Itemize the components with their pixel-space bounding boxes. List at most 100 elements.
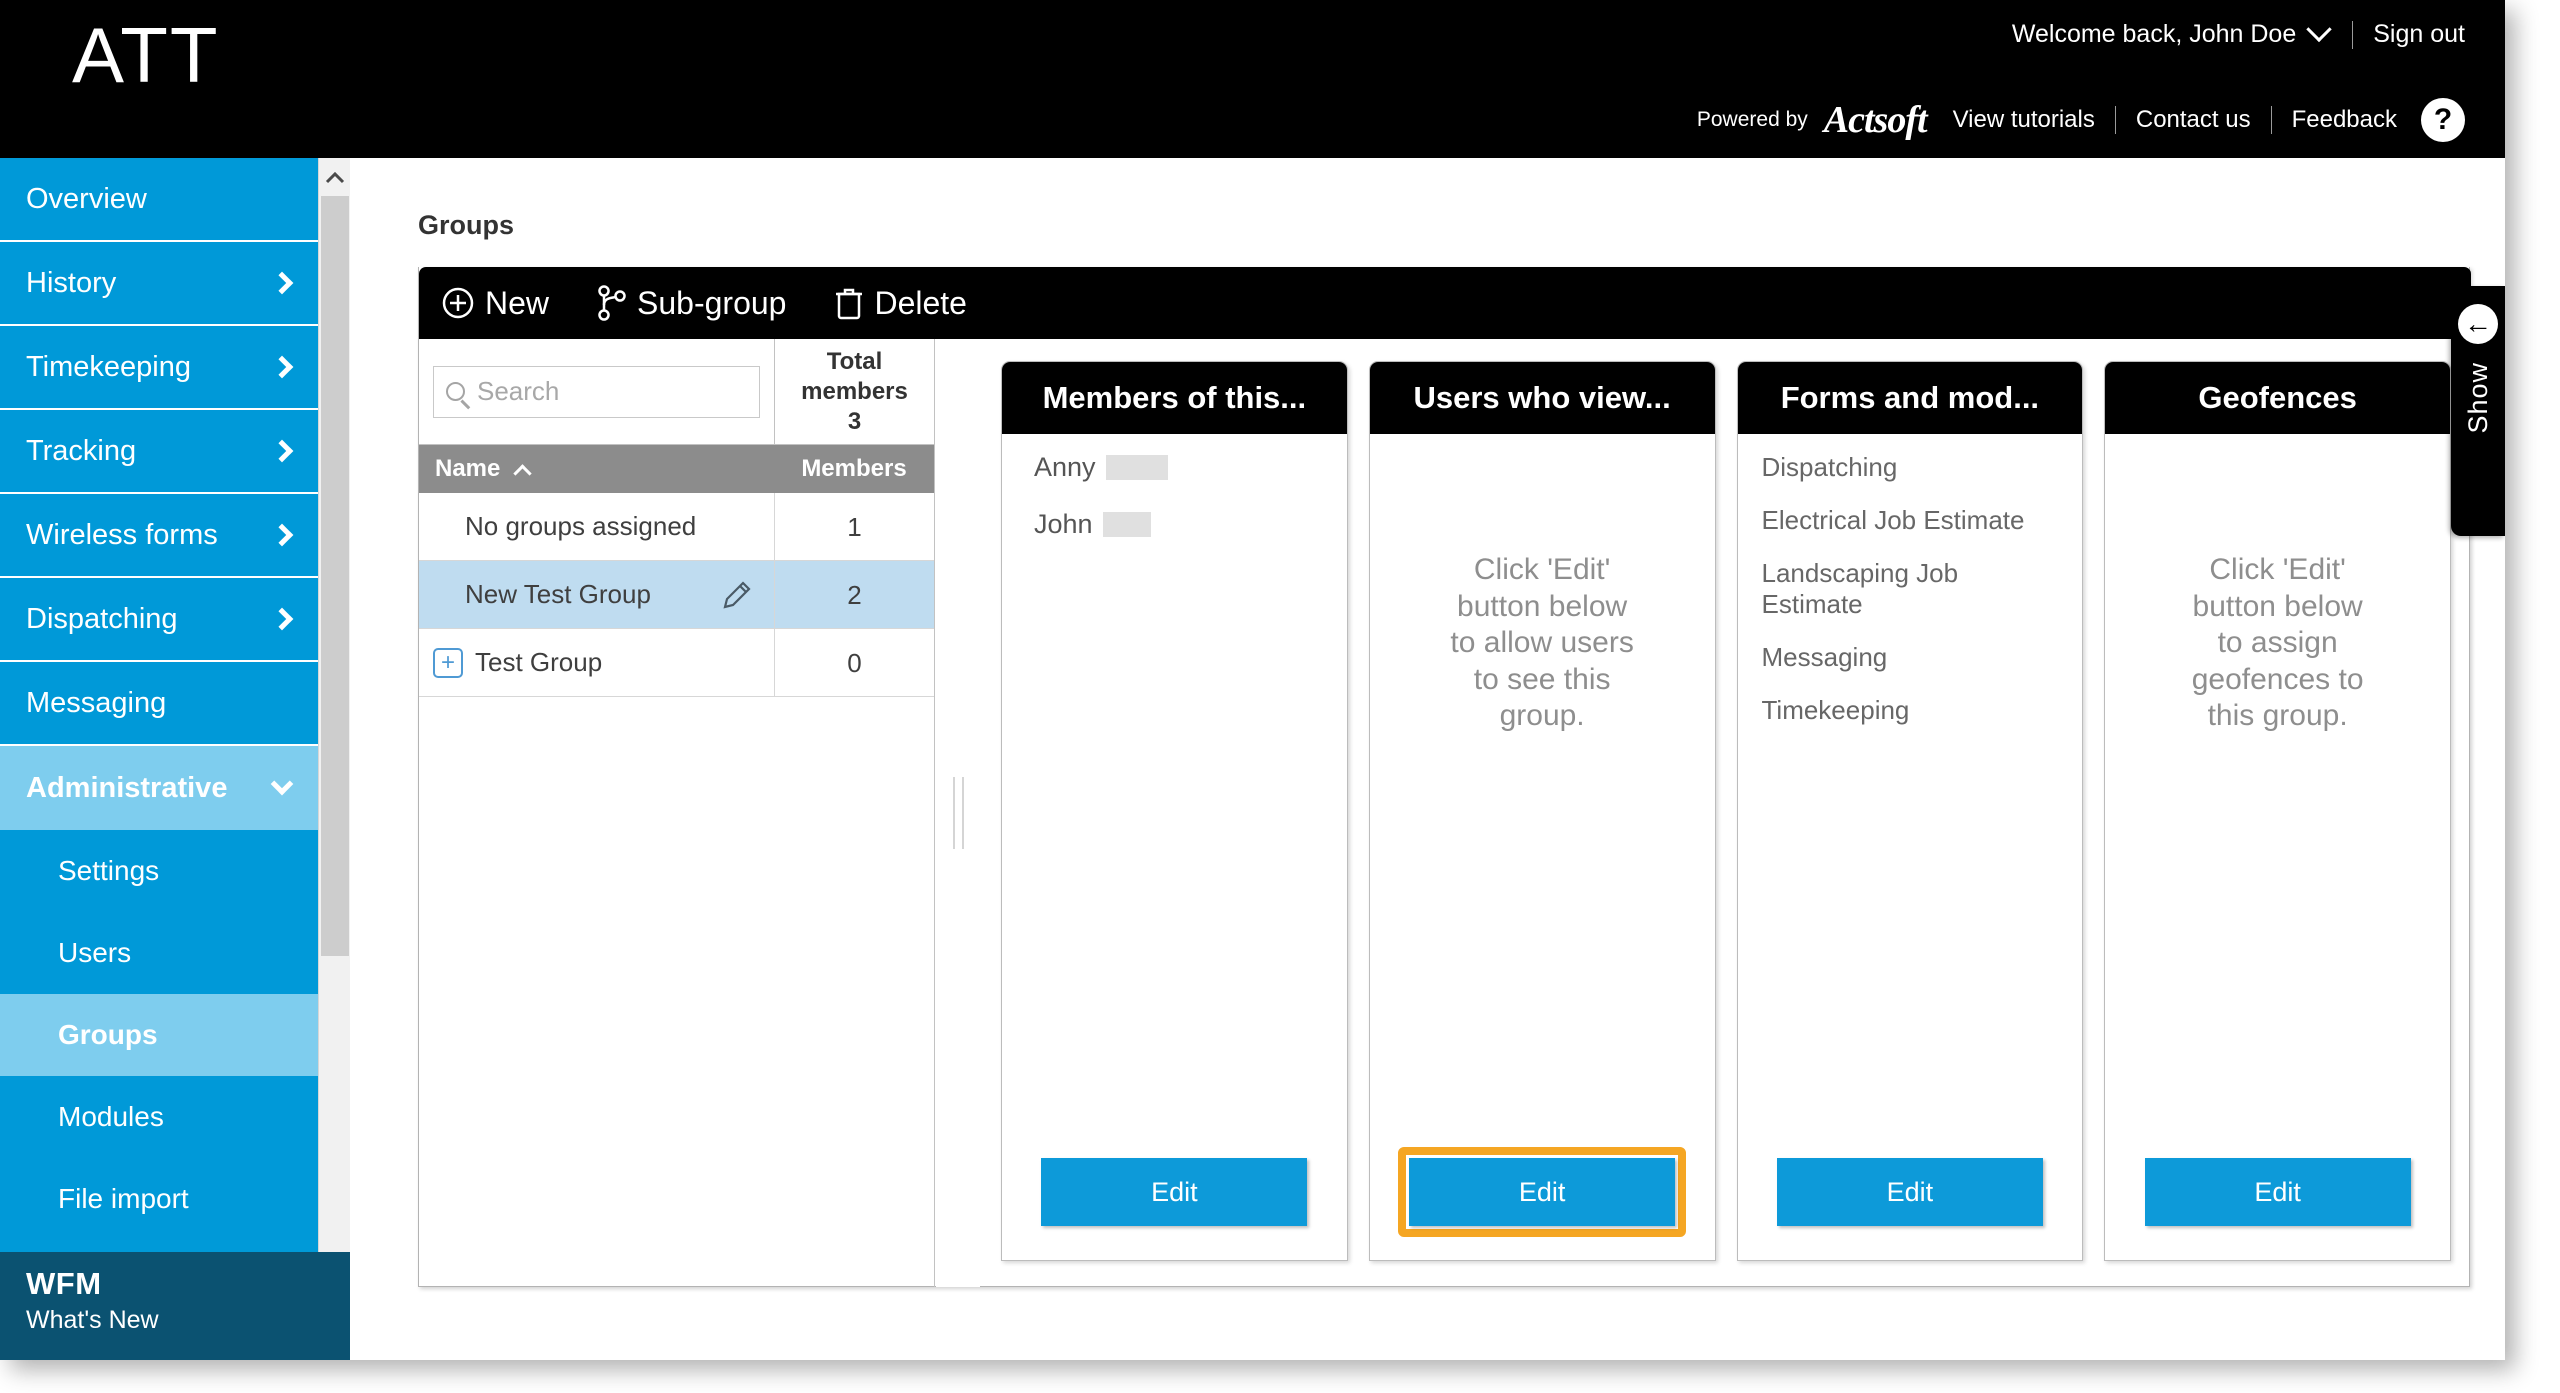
- sidebar-item-label: Messaging: [26, 686, 167, 719]
- sidebar-item-history[interactable]: History: [0, 242, 318, 326]
- edit-button[interactable]: Edit: [1041, 1158, 1308, 1226]
- groups-toolbar: New Sub-group Delete: [419, 267, 2471, 339]
- card-footer: Edit: [2105, 1124, 2450, 1260]
- sidebar-item-timekeeping[interactable]: Timekeeping: [0, 326, 318, 410]
- redacted-last-name: [1102, 512, 1151, 537]
- edit-button-wrapper: Edit: [1776, 1158, 2043, 1226]
- delete-button[interactable]: Delete: [834, 285, 967, 322]
- sign-out-link[interactable]: Sign out: [2373, 20, 2465, 49]
- sidebar-item-users[interactable]: Users: [0, 912, 318, 994]
- group-name-cell: New Test Group: [419, 579, 774, 610]
- chevron-right-icon[interactable]: [270, 439, 294, 463]
- sidebar-item-file-import[interactable]: File import: [0, 1158, 318, 1240]
- list-item[interactable]: Dispatching: [1758, 452, 2063, 483]
- branch-icon: [597, 285, 627, 321]
- card-footer: Edit: [1002, 1124, 1347, 1260]
- new-button-label: New: [485, 284, 550, 321]
- sidebar-item-modules[interactable]: Modules: [0, 1076, 318, 1158]
- chevron-right-icon[interactable]: [270, 271, 294, 295]
- pencil-edit-icon[interactable]: [722, 580, 752, 610]
- chevron-up-glyph: [325, 171, 345, 184]
- group-members-cell: 1: [774, 492, 934, 561]
- view-tutorials-link[interactable]: View tutorials: [1953, 106, 2095, 134]
- contact-us-link[interactable]: Contact us: [2136, 106, 2251, 134]
- group-name-label: Test Group: [475, 647, 603, 677]
- application-window: ATT Welcome back, John Doe Sign out Powe…: [0, 0, 2505, 1360]
- expand-plus-icon[interactable]: +: [433, 647, 463, 678]
- search-row: Search Total members 3: [419, 339, 934, 445]
- sub-group-button[interactable]: Sub-group: [597, 285, 786, 322]
- edit-button-wrapper: Edit: [1041, 1158, 1308, 1226]
- show-panel-tab[interactable]: ← Show: [2451, 286, 2505, 536]
- wfm-title: WFM: [26, 1266, 102, 1301]
- search-input[interactable]: Search: [433, 365, 760, 418]
- help-icon[interactable]: ?: [2421, 98, 2465, 142]
- new-button[interactable]: New: [441, 285, 549, 322]
- list-item[interactable]: Electrical Job Estimate: [1758, 505, 2063, 536]
- sidebar-item-groups[interactable]: Groups: [0, 994, 318, 1076]
- scroll-up-icon[interactable]: [319, 162, 350, 194]
- sidebar-item-wireless-forms[interactable]: Wireless forms: [0, 494, 318, 578]
- list-item[interactable]: Messaging: [1758, 642, 2063, 673]
- sidebar-item-list: Overview History Timekeeping Tracking Wirele…: [0, 158, 318, 1240]
- column-header-members[interactable]: Members: [774, 455, 934, 483]
- table-row[interactable]: No groups assigned 1: [419, 492, 934, 561]
- list-item[interactable]: John: [1022, 509, 1327, 540]
- page-title: Groups: [418, 210, 515, 240]
- list-item[interactable]: Anny: [1022, 452, 1327, 483]
- chevron-right-icon[interactable]: [270, 607, 294, 631]
- table-row[interactable]: + Test Group 0: [419, 628, 934, 697]
- sidebar-item-label: Wireless forms: [26, 518, 218, 551]
- chevron-down-icon[interactable]: [270, 772, 294, 796]
- search-placeholder: Search: [477, 376, 560, 406]
- card-body: Anny John: [1002, 434, 1347, 1124]
- trash-icon: [834, 285, 864, 321]
- sort-ascending-icon: [513, 463, 533, 483]
- list-item[interactable]: Timekeeping: [1758, 695, 2063, 726]
- scrollbar-thumb[interactable]: [321, 196, 349, 956]
- edit-button[interactable]: Edit: [2144, 1158, 2411, 1226]
- header-account-row: Welcome back, John Doe Sign out: [2012, 16, 2465, 49]
- card-body: Click 'Edit' button below to assign geof…: [2105, 434, 2450, 1124]
- groups-panel: New Sub-group Delete Search Total member…: [418, 267, 2471, 1287]
- sidebar-item-dispatching[interactable]: Dispatching: [0, 578, 318, 662]
- sidebar-item-settings[interactable]: Settings: [0, 830, 318, 912]
- sidebar-item-messaging[interactable]: Messaging: [0, 662, 318, 746]
- groups-list-column: Search Total members 3 Name Members No g…: [419, 339, 935, 1287]
- total-members-label-1: Total: [826, 347, 883, 375]
- sidebar-item-label: Timekeeping: [26, 350, 191, 383]
- divider: [2352, 20, 2354, 49]
- sidebar-footer-wfm[interactable]: WFM What's New: [0, 1252, 350, 1360]
- edit-button[interactable]: Edit: [1409, 1158, 1676, 1226]
- chevron-right-icon[interactable]: [270, 523, 294, 547]
- list-item[interactable]: Landscaping Job Estimate: [1758, 558, 2063, 620]
- detail-card: Forms and mod... Dispatching Electrical Jo…: [1736, 361, 2084, 1261]
- groups-table-body: No groups assigned 1 New Test Group 2 + Test …: [419, 492, 934, 697]
- group-members-cell: 2: [774, 560, 934, 629]
- sidebar-item-label: Dispatching: [26, 602, 178, 635]
- table-row[interactable]: New Test Group 2: [419, 560, 934, 629]
- redacted-last-name: [1105, 455, 1168, 480]
- divider: [2270, 106, 2272, 134]
- card-title: Members of this...: [1002, 362, 1347, 434]
- sidebar-item-label: Groups: [58, 1019, 158, 1050]
- total-members-summary: Total members 3: [774, 339, 934, 444]
- panel-splitter-handle[interactable]: [936, 339, 980, 1287]
- card-hint-text: Click 'Edit' button below to assign geof…: [2191, 553, 2364, 733]
- sidebar-item-administrative[interactable]: Administrative: [0, 746, 318, 830]
- chevron-down-icon[interactable]: [2306, 16, 2332, 42]
- splitter-grip-icon: [952, 777, 964, 849]
- chevron-right-icon[interactable]: [270, 355, 294, 379]
- welcome-message[interactable]: Welcome back, John Doe: [2012, 20, 2296, 49]
- app-header: ATT Welcome back, John Doe Sign out Powe…: [0, 0, 2505, 158]
- edit-button[interactable]: Edit: [1776, 1158, 2043, 1226]
- column-header-name[interactable]: Name: [419, 455, 774, 483]
- sidebar-item-overview[interactable]: Overview: [0, 158, 318, 242]
- feedback-link[interactable]: Feedback: [2292, 106, 2397, 134]
- sidebar-scrollbar[interactable]: [318, 158, 350, 1360]
- detail-cards-container: Members of this... Anny John Edit Users who …: [981, 339, 2471, 1287]
- sidebar-item-label: Users: [58, 937, 132, 968]
- sidebar-item-label: File import: [58, 1183, 189, 1214]
- brand-logo: ATT: [72, 11, 220, 99]
- sidebar-item-tracking[interactable]: Tracking: [0, 410, 318, 494]
